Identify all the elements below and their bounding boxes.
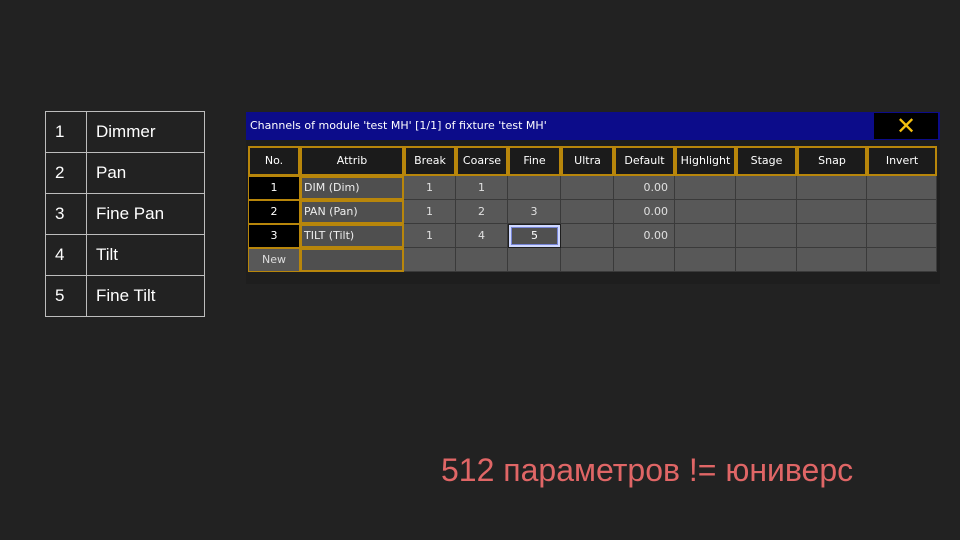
slide-caption: 512 параметров != юниверс bbox=[441, 452, 854, 488]
header-highlight[interactable]: Highlight bbox=[675, 146, 736, 176]
channels-window: Channels of module 'test MH' [1/1] of fi… bbox=[246, 112, 940, 284]
row-invert-cell[interactable] bbox=[867, 176, 937, 200]
row-stage-cell[interactable] bbox=[736, 176, 797, 200]
row-fine-cell[interactable] bbox=[508, 176, 561, 200]
row-no-cell[interactable]: 1 bbox=[248, 176, 300, 200]
new-row-cell[interactable] bbox=[561, 248, 614, 272]
header-no[interactable]: No. bbox=[248, 146, 300, 176]
row-default-cell[interactable]: 0.00 bbox=[614, 200, 675, 224]
channel-number: 4 bbox=[45, 234, 87, 276]
row-attrib-cell[interactable]: DIM (Dim) bbox=[300, 176, 404, 200]
row-break-cell[interactable]: 1 bbox=[404, 200, 456, 224]
row-snap-cell[interactable] bbox=[797, 224, 867, 248]
new-row-cell[interactable] bbox=[456, 248, 508, 272]
row-no-cell[interactable]: 3 bbox=[248, 224, 300, 248]
row-stage-cell[interactable] bbox=[736, 224, 797, 248]
table-row: 3 Fine Pan bbox=[45, 193, 205, 235]
channel-name: Pan bbox=[86, 152, 205, 194]
row-fine-cell-selected[interactable]: 5 bbox=[509, 225, 560, 247]
row-break-cell[interactable]: 1 bbox=[404, 176, 456, 200]
row-invert-cell[interactable] bbox=[867, 224, 937, 248]
new-row-cell[interactable] bbox=[867, 248, 937, 272]
channel-number: 1 bbox=[45, 111, 87, 153]
channel-name: Tilt bbox=[86, 234, 205, 276]
row-attrib-cell[interactable]: TILT (Tilt) bbox=[300, 224, 404, 248]
channel-number: 5 bbox=[45, 275, 87, 317]
row-snap-cell[interactable] bbox=[797, 200, 867, 224]
row-fine-cell[interactable]: 3 bbox=[508, 200, 561, 224]
header-default[interactable]: Default bbox=[614, 146, 675, 176]
channel-name: Fine Tilt bbox=[86, 275, 205, 317]
table-row: 4 Tilt bbox=[45, 234, 205, 276]
channel-name: Dimmer bbox=[86, 111, 205, 153]
new-row-cell[interactable] bbox=[736, 248, 797, 272]
row-coarse-cell[interactable]: 1 bbox=[456, 176, 508, 200]
header-snap[interactable]: Snap bbox=[797, 146, 867, 176]
row-no-cell[interactable]: 2 bbox=[248, 200, 300, 224]
row-break-cell[interactable]: 1 bbox=[404, 224, 456, 248]
channel-number: 3 bbox=[45, 193, 87, 235]
header-break[interactable]: Break bbox=[404, 146, 456, 176]
channel-number: 2 bbox=[45, 152, 87, 194]
channel-name: Fine Pan bbox=[86, 193, 205, 235]
new-row-cell[interactable] bbox=[614, 248, 675, 272]
header-coarse[interactable]: Coarse bbox=[456, 146, 508, 176]
new-row-cell[interactable] bbox=[675, 248, 736, 272]
close-button[interactable]: ✕ bbox=[874, 113, 938, 139]
row-coarse-cell[interactable]: 2 bbox=[456, 200, 508, 224]
close-icon: ✕ bbox=[895, 112, 917, 140]
new-row-attrib-cell[interactable] bbox=[300, 248, 404, 272]
header-ultra[interactable]: Ultra bbox=[561, 146, 614, 176]
row-highlight-cell[interactable] bbox=[675, 176, 736, 200]
table-row: 2 Pan bbox=[45, 152, 205, 194]
row-default-cell[interactable]: 0.00 bbox=[614, 224, 675, 248]
row-highlight-cell[interactable] bbox=[675, 224, 736, 248]
channel-list-table: 1 Dimmer 2 Pan 3 Fine Pan 4 Tilt 5 Fine … bbox=[45, 111, 205, 317]
new-row-button[interactable]: New bbox=[248, 248, 300, 272]
new-row-cell[interactable] bbox=[404, 248, 456, 272]
window-titlebar: Channels of module 'test MH' [1/1] of fi… bbox=[246, 112, 940, 140]
header-fine[interactable]: Fine bbox=[508, 146, 561, 176]
header-invert[interactable]: Invert bbox=[867, 146, 937, 176]
new-row-cell[interactable] bbox=[508, 248, 561, 272]
row-coarse-cell[interactable]: 4 bbox=[456, 224, 508, 248]
table-row: 1 Dimmer bbox=[45, 111, 205, 153]
row-invert-cell[interactable] bbox=[867, 200, 937, 224]
new-row-cell[interactable] bbox=[797, 248, 867, 272]
row-attrib-cell[interactable]: PAN (Pan) bbox=[300, 200, 404, 224]
row-ultra-cell[interactable] bbox=[561, 224, 614, 248]
window-title: Channels of module 'test MH' [1/1] of fi… bbox=[250, 119, 547, 132]
row-stage-cell[interactable] bbox=[736, 200, 797, 224]
row-ultra-cell[interactable] bbox=[561, 176, 614, 200]
row-snap-cell[interactable] bbox=[797, 176, 867, 200]
header-stage[interactable]: Stage bbox=[736, 146, 797, 176]
row-default-cell[interactable]: 0.00 bbox=[614, 176, 675, 200]
row-highlight-cell[interactable] bbox=[675, 200, 736, 224]
row-ultra-cell[interactable] bbox=[561, 200, 614, 224]
header-attrib[interactable]: Attrib bbox=[300, 146, 404, 176]
table-row: 5 Fine Tilt bbox=[45, 275, 205, 317]
